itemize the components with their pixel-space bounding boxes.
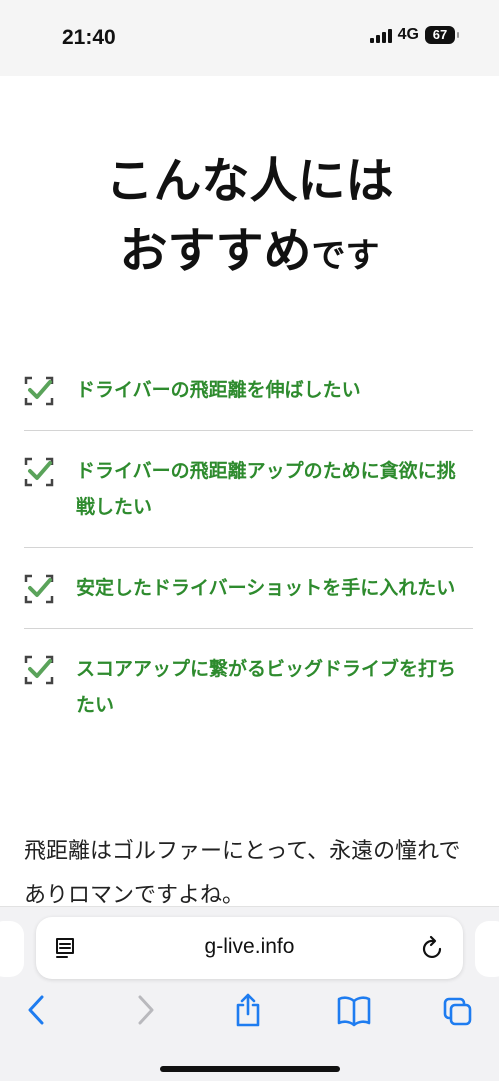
browser-toolbar: g-live.info [0,906,499,1081]
headline-line-1: こんな人には [105,153,394,209]
checklist-item-label: ドライバーの飛距離を伸ばしたい [76,379,361,401]
cellular-signal-icon [369,27,392,43]
url-text[interactable]: g-live.info [96,935,403,959]
share-icon[interactable] [233,993,263,1027]
checklist-item-label: ドライバーの飛距離アップのために貪欲に挑戦したい [76,460,456,518]
reload-icon[interactable] [421,935,445,961]
checklist-item-label: 安定したドライバーショットを手に入れたい [76,577,456,599]
status-indicators: 4G 67 [369,26,459,44]
checklist-item-label: スコアアップに繋がるビッグドライブを打ちたい [76,658,457,716]
forward-chevron-icon[interactable] [130,993,160,1027]
next-tab-preview[interactable] [475,921,499,977]
network-type-label: 4G [397,26,419,43]
checklist-item: スコアアップに繋がるビッグドライブを打ちたい [24,629,473,745]
reader-mode-icon[interactable] [54,936,76,960]
checkbox-check-icon [24,376,54,406]
intro-paragraph: 飛距離はゴルファーにとって、永遠の憧れでありロマンですよね。 [24,839,461,908]
status-time: 21:40 [62,26,116,49]
status-bar: 21:40 4G 67 [0,0,499,76]
page-headline: こんな人には おすすめです [0,146,499,291]
home-indicator[interactable] [160,1066,340,1072]
checkbox-check-icon [24,574,54,604]
headline-line-2-main: おすすめ [119,223,312,279]
tabs-icon[interactable] [442,993,472,1027]
recommendation-checklist: ドライバーの飛距離を伸ばしたい ドライバーの飛距離アップのために貪欲に挑戦したい… [24,350,473,745]
checklist-item: ドライバーの飛距離を伸ばしたい [24,350,473,431]
checkbox-check-icon [24,457,54,487]
battery-icon: 67 [425,26,459,44]
checkbox-check-icon [24,655,54,685]
headline-line-2: おすすめです [0,216,499,291]
checklist-item: ドライバーの飛距離アップのために貪欲に挑戦したい [24,431,473,548]
address-bar[interactable]: g-live.info [36,917,463,979]
back-chevron-icon[interactable] [22,993,52,1027]
bookmarks-icon[interactable] [336,993,372,1027]
checklist-item: 安定したドライバーショットを手に入れたい [24,548,473,629]
headline-line-2-suffix: です [311,236,380,276]
previous-tab-preview[interactable] [0,921,24,977]
